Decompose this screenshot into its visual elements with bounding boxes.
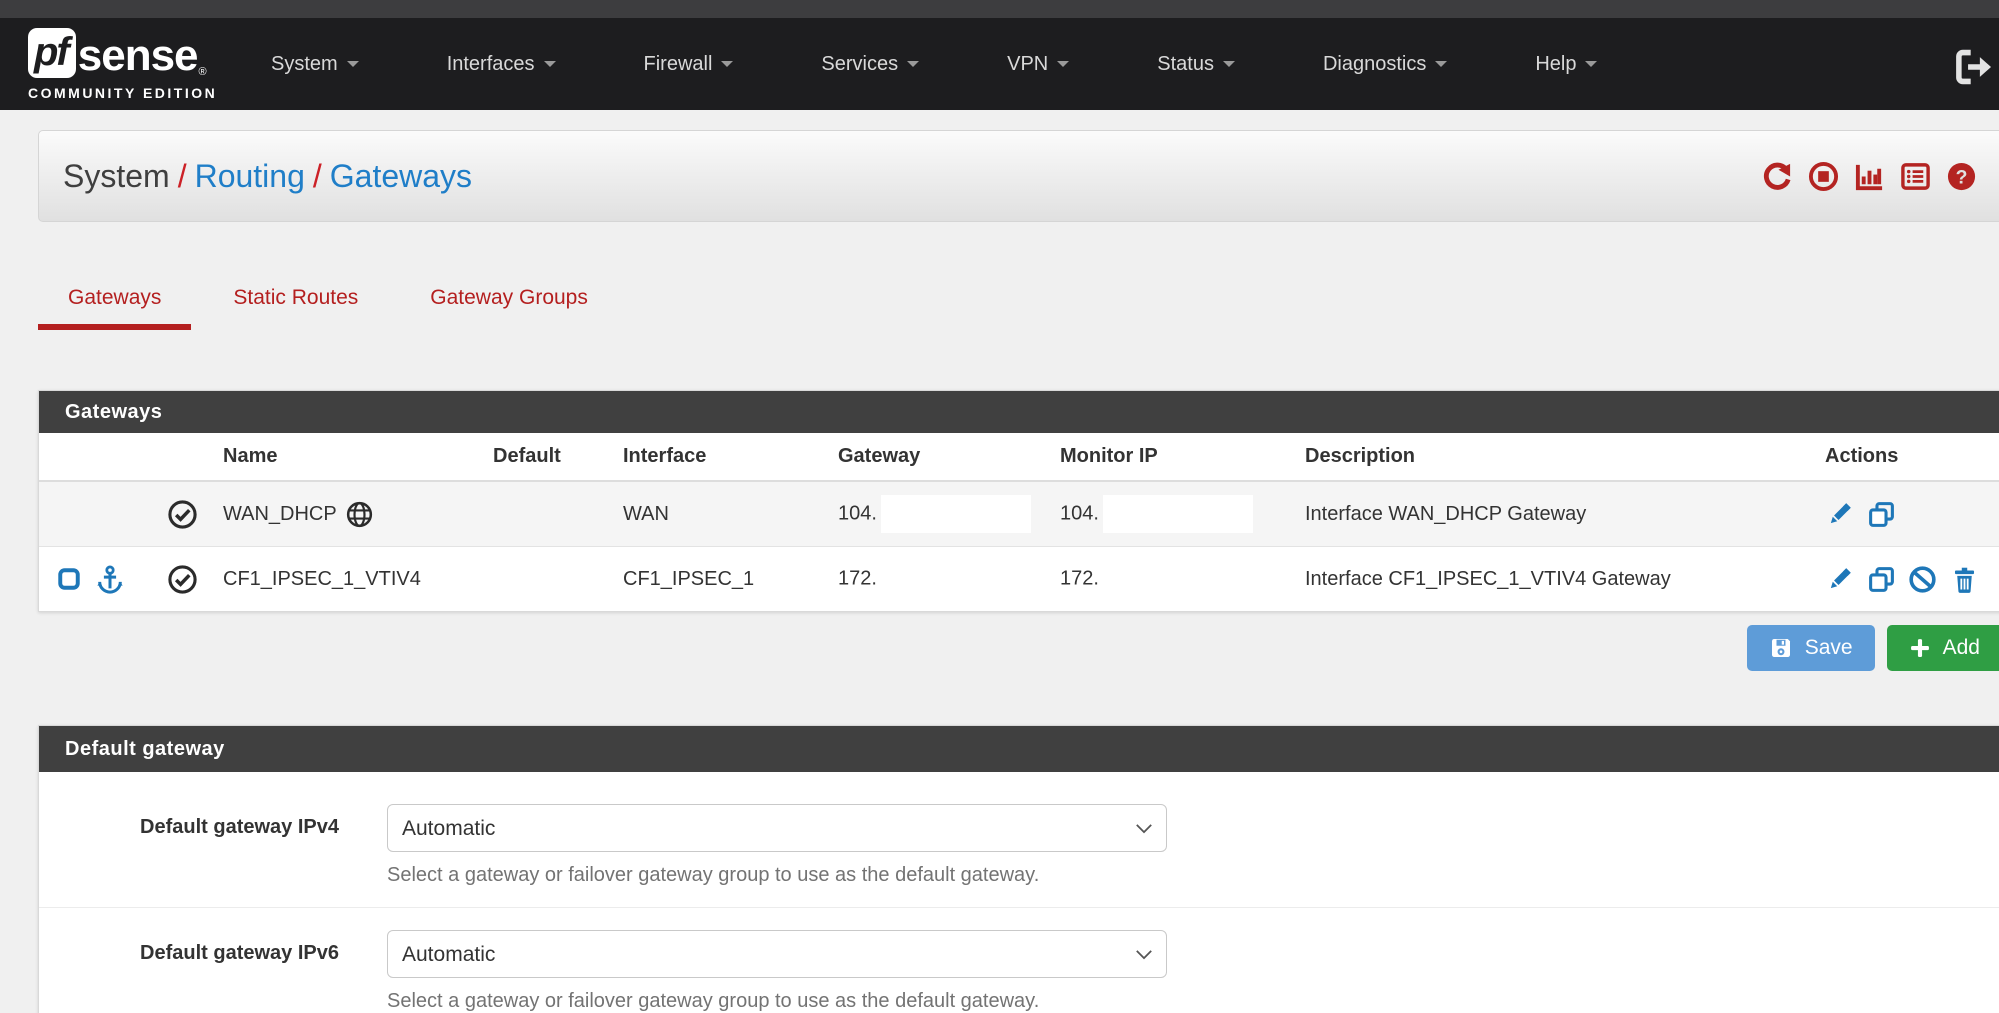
gateway-description: Interface WAN_DHCP Gateway bbox=[1297, 481, 1817, 547]
nav-item-firewall[interactable]: Firewall bbox=[644, 53, 734, 76]
caret-down-icon bbox=[1057, 61, 1069, 67]
pfsense-logo[interactable]: pfsense® COMMUNITY EDITION bbox=[28, 28, 223, 101]
refresh-icon[interactable] bbox=[1762, 161, 1793, 192]
button-row: Save Add bbox=[38, 625, 1999, 671]
square-icon bbox=[55, 565, 83, 593]
col-header-description: Description bbox=[1297, 433, 1817, 481]
col-header-name: Name bbox=[215, 433, 485, 481]
check-circle-icon bbox=[167, 502, 198, 524]
window-top-strip bbox=[0, 0, 1999, 18]
default-gateway-ipv6-help: Select a gateway or failover gateway gro… bbox=[387, 990, 1167, 1013]
anchor-icon bbox=[95, 564, 125, 594]
caret-down-icon bbox=[1223, 61, 1235, 67]
nav-item-interfaces[interactable]: Interfaces bbox=[447, 53, 556, 76]
tab-gateway-groups[interactable]: Gateway Groups bbox=[400, 278, 618, 330]
tab-static-routes[interactable]: Static Routes bbox=[203, 278, 388, 330]
add-button[interactable]: Add bbox=[1887, 625, 1999, 671]
default-gateway-ipv4-select[interactable]: Automatic bbox=[387, 804, 1167, 852]
floppy-icon bbox=[1769, 636, 1793, 660]
redaction-box bbox=[881, 495, 1031, 533]
gateway-address: 104. bbox=[838, 502, 877, 524]
delete-gateway-button[interactable] bbox=[1950, 565, 1979, 594]
gateway-default bbox=[485, 481, 615, 547]
default-gateway-ipv6-select[interactable]: Automatic bbox=[387, 930, 1167, 978]
save-button[interactable]: Save bbox=[1747, 625, 1875, 671]
gateway-default bbox=[485, 547, 615, 612]
logo-registered-mark: ® bbox=[199, 67, 207, 78]
col-header-actions: Actions bbox=[1817, 433, 1999, 481]
caret-down-icon bbox=[544, 61, 556, 67]
monitor-ip: 172. bbox=[1060, 567, 1099, 589]
caret-down-icon bbox=[907, 61, 919, 67]
gateways-panel: Gateways Name Default Interface Gateway … bbox=[38, 390, 1999, 612]
gateway-address: 172. bbox=[838, 567, 877, 589]
redaction-box bbox=[1103, 495, 1253, 533]
help-icon[interactable] bbox=[1946, 161, 1977, 192]
col-header-interface: Interface bbox=[615, 433, 830, 481]
edit-gateway-button[interactable] bbox=[1825, 565, 1854, 594]
nav-item-diagnostics[interactable]: Diagnostics bbox=[1323, 53, 1447, 76]
caret-down-icon bbox=[1435, 61, 1447, 67]
disable-gateway-button[interactable] bbox=[1908, 565, 1937, 594]
default-gateway-panel: Default gateway Default gateway IPv4 Aut… bbox=[38, 725, 1999, 1013]
tab-gateways[interactable]: Gateways bbox=[38, 278, 191, 330]
nav-item-vpn[interactable]: VPN bbox=[1007, 53, 1069, 76]
breadcrumb-root: System bbox=[63, 158, 170, 194]
globe-icon bbox=[345, 502, 374, 524]
copy-gateway-button[interactable] bbox=[1867, 500, 1896, 529]
nav-item-help[interactable]: Help bbox=[1535, 53, 1597, 76]
monitor-ip: 104. bbox=[1060, 502, 1099, 524]
breadcrumb-link-gateways[interactable]: Gateways bbox=[330, 158, 472, 194]
logo-pf: pf bbox=[28, 28, 76, 78]
gateway-name: WAN_DHCP bbox=[223, 502, 337, 524]
table-row: CF1_IPSEC_1_VTIV4 CF1_IPSEC_1 172. 172. … bbox=[39, 547, 1999, 612]
breadcrumb: System/Routing/Gateways bbox=[63, 158, 472, 195]
copy-gateway-button[interactable] bbox=[1867, 565, 1896, 594]
check-circle-icon bbox=[167, 567, 198, 589]
default-gateway-ipv6-label: Default gateway IPv6 bbox=[39, 930, 339, 1013]
gateways-panel-title: Gateways bbox=[39, 391, 1999, 433]
col-header-monitor-ip: Monitor IP bbox=[1052, 433, 1297, 481]
default-gateway-ipv4-help: Select a gateway or failover gateway gro… bbox=[387, 864, 1167, 887]
breadcrumb-separator: / bbox=[170, 158, 195, 194]
caret-down-icon bbox=[1585, 61, 1597, 67]
col-header-gateway: Gateway bbox=[830, 433, 1052, 481]
page-toolbar bbox=[1762, 161, 1977, 192]
gateway-interface: WAN bbox=[615, 481, 830, 547]
gateways-table: Name Default Interface Gateway Monitor I… bbox=[39, 433, 1999, 611]
field-row-ipv4: Default gateway IPv4 Automatic Select a … bbox=[39, 782, 1999, 907]
stop-circle-icon[interactable] bbox=[1808, 161, 1839, 192]
logo-subtitle: COMMUNITY EDITION bbox=[28, 85, 223, 101]
caret-down-icon bbox=[721, 61, 733, 67]
breadcrumb-bar: System/Routing/Gateways bbox=[38, 130, 1999, 222]
edit-gateway-button[interactable] bbox=[1825, 500, 1854, 529]
breadcrumb-separator: / bbox=[305, 158, 330, 194]
bar-chart-icon[interactable] bbox=[1854, 161, 1885, 192]
breadcrumb-link-routing[interactable]: Routing bbox=[195, 158, 305, 194]
nav-item-system[interactable]: System bbox=[271, 53, 359, 76]
redaction-box bbox=[881, 560, 1031, 598]
nav-item-status[interactable]: Status bbox=[1157, 53, 1235, 76]
redaction-box bbox=[1103, 560, 1253, 598]
field-row-ipv6: Default gateway IPv6 Automatic Select a … bbox=[39, 907, 1999, 1013]
nav-item-services[interactable]: Services bbox=[821, 53, 919, 76]
default-gateway-form: Default gateway IPv4 Automatic Select a … bbox=[39, 772, 1999, 1013]
plus-icon bbox=[1909, 636, 1931, 660]
gateway-interface: CF1_IPSEC_1 bbox=[615, 547, 830, 612]
gateway-description: Interface CF1_IPSEC_1_VTIV4 Gateway bbox=[1297, 547, 1817, 612]
main-navbar: pfsense® COMMUNITY EDITION System Interf… bbox=[0, 18, 1999, 110]
tab-bar: Gateways Static Routes Gateway Groups bbox=[38, 278, 630, 330]
gateway-name: CF1_IPSEC_1_VTIV4 bbox=[223, 568, 421, 590]
log-list-icon[interactable] bbox=[1900, 161, 1931, 192]
col-header-default: Default bbox=[485, 433, 615, 481]
sign-out-icon[interactable] bbox=[1951, 46, 1993, 88]
logo-sense: sense bbox=[78, 34, 198, 78]
table-row: WAN_DHCP WAN 104. 104. Interface WAN_DHC… bbox=[39, 481, 1999, 547]
default-gateway-ipv4-label: Default gateway IPv4 bbox=[39, 804, 339, 887]
caret-down-icon bbox=[347, 61, 359, 67]
default-gateway-panel-title: Default gateway bbox=[39, 726, 1999, 772]
nav-menu: System Interfaces Firewall Services VPN … bbox=[271, 53, 1685, 76]
table-header-row: Name Default Interface Gateway Monitor I… bbox=[39, 433, 1999, 481]
